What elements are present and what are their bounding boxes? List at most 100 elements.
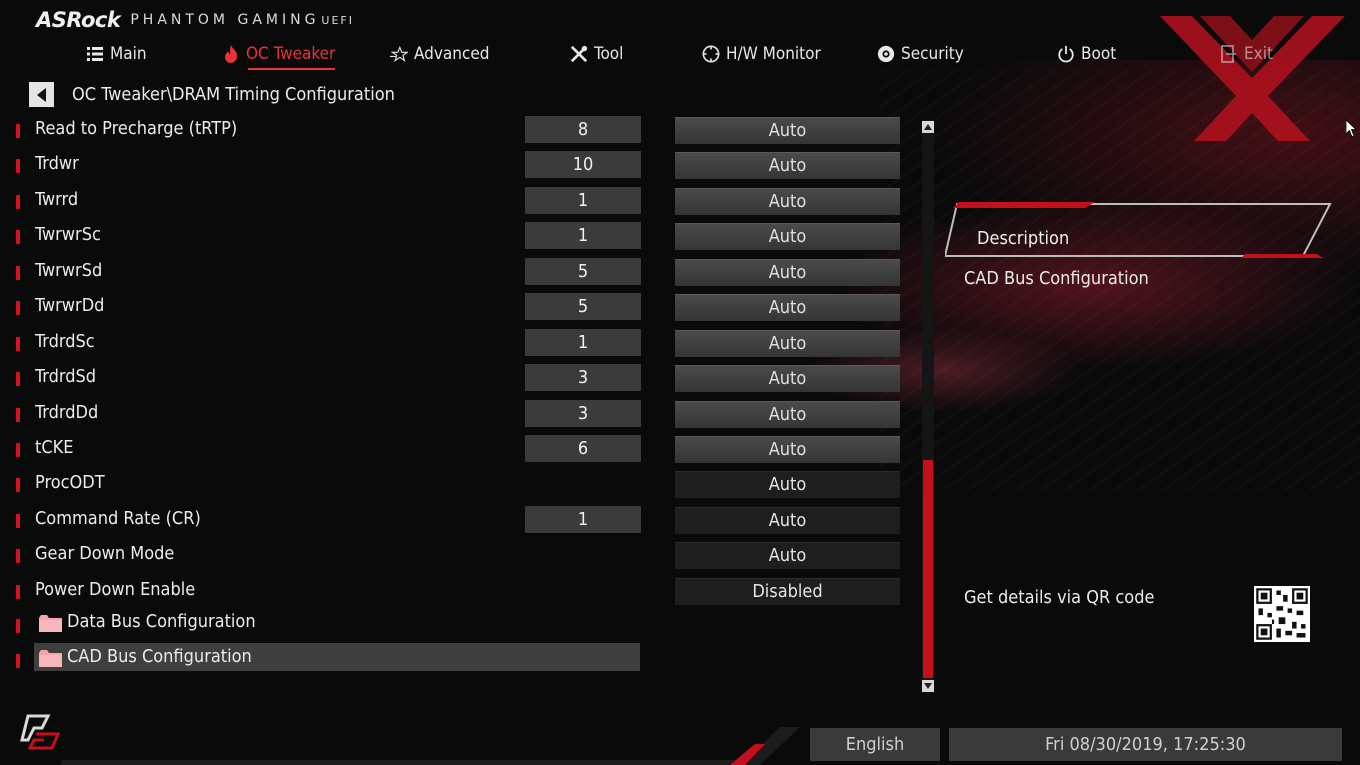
submenu-label: Data Bus Configuration xyxy=(67,611,256,632)
setting-label: TwrwrSc xyxy=(35,224,101,245)
row-marker xyxy=(16,372,20,386)
submenu-cad-bus[interactable]: CAD Bus Configuration xyxy=(0,643,920,675)
brand-name: ASRock xyxy=(36,8,121,32)
row-marker xyxy=(16,159,20,173)
current-value: 1 xyxy=(525,329,641,356)
breadcrumb: OC Tweaker\DRAM Timing Configuration xyxy=(72,84,395,105)
tab-main-label: Main xyxy=(110,44,147,64)
tab-hw-monitor-label: H/W Monitor xyxy=(726,44,821,64)
current-value: 8 xyxy=(525,116,641,143)
setting-row[interactable]: TrdrdSc 1 Auto xyxy=(0,328,920,360)
setting-option-button[interactable]: Auto xyxy=(675,471,900,498)
setting-row[interactable]: TwrwrDd 5 Auto xyxy=(0,292,920,324)
tab-boot-label: Boot xyxy=(1081,44,1117,64)
back-button[interactable] xyxy=(29,82,54,107)
setting-row[interactable]: TwrwrSd 5 Auto xyxy=(0,257,920,289)
scroll-down-button[interactable] xyxy=(922,680,934,692)
row-marker xyxy=(16,443,20,457)
scrollbar-thumb[interactable] xyxy=(923,460,933,678)
setting-row[interactable]: Twrrd 1 Auto xyxy=(0,186,920,218)
setting-row[interactable]: Read to Precharge (tRTP) 8 Auto xyxy=(0,115,920,147)
star-icon xyxy=(390,45,408,63)
phantom-gaming-pg-icon xyxy=(20,714,61,750)
setting-row[interactable]: TwrwrSc 1 Auto xyxy=(0,221,920,253)
setting-label: TrdrdDd xyxy=(35,402,99,423)
setting-option-button[interactable]: Auto xyxy=(675,401,900,428)
current-value: 1 xyxy=(525,187,641,214)
tab-advanced[interactable]: Advanced xyxy=(390,38,490,70)
setting-label: Trdwr xyxy=(35,153,79,174)
setting-label: ProcODT xyxy=(35,472,105,493)
current-value: 3 xyxy=(525,364,641,391)
setting-label: TrdrdSd xyxy=(35,366,97,387)
description-text: CAD Bus Configuration xyxy=(964,268,1149,289)
tab-advanced-label: Advanced xyxy=(414,44,490,64)
row-marker xyxy=(16,514,20,528)
list-icon xyxy=(86,45,104,63)
tab-tool-label: Tool xyxy=(594,44,624,64)
setting-row[interactable]: TrdrdDd 3 Auto xyxy=(0,399,920,431)
setting-option-button[interactable]: Auto xyxy=(675,365,900,392)
setting-label: Read to Precharge (tRTP) xyxy=(35,118,238,139)
tab-boot[interactable]: Boot xyxy=(1057,38,1116,70)
row-marker xyxy=(16,585,20,599)
qr-label: Get details via QR code xyxy=(964,587,1155,608)
row-marker xyxy=(16,619,20,633)
setting-option-button[interactable]: Auto xyxy=(675,259,900,286)
setting-row[interactable]: Trdwr 10 Auto xyxy=(0,150,920,182)
setting-label: tCKE xyxy=(35,437,74,458)
row-marker xyxy=(16,230,20,244)
tab-security[interactable]: Security xyxy=(877,38,964,70)
setting-label: Command Rate (CR) xyxy=(35,508,201,529)
arrow-left-icon xyxy=(36,87,46,102)
setting-option-button[interactable]: Auto xyxy=(675,330,900,357)
setting-option-button[interactable]: Auto xyxy=(675,188,900,215)
tab-oc-tweaker-label: OC Tweaker xyxy=(246,44,336,64)
setting-option-button[interactable]: Auto xyxy=(675,436,900,463)
row-marker xyxy=(16,408,20,422)
row-marker xyxy=(16,549,20,563)
setting-option-button[interactable]: Auto xyxy=(675,152,900,179)
scroll-up-button[interactable] xyxy=(922,121,934,133)
power-icon xyxy=(1057,45,1075,63)
setting-label: Twrrd xyxy=(35,189,79,210)
current-value: 5 xyxy=(525,258,641,285)
language-button[interactable]: English xyxy=(810,728,940,761)
setting-row[interactable]: Power Down Enable Disabled xyxy=(0,576,920,608)
setting-option-button[interactable]: Auto xyxy=(675,507,900,534)
arrow-up-icon xyxy=(924,124,932,130)
current-value: 1 xyxy=(525,506,641,533)
submenu-data-bus[interactable]: Data Bus Configuration xyxy=(0,608,920,640)
setting-option-button[interactable]: Auto xyxy=(675,294,900,321)
folder-icon xyxy=(39,650,62,667)
row-marker xyxy=(16,124,20,138)
tab-exit-label: Exit xyxy=(1244,44,1273,64)
setting-option-button[interactable]: Auto xyxy=(675,542,900,569)
setting-label: Gear Down Mode xyxy=(35,543,175,564)
product-name: PHANTOM GAMING xyxy=(130,12,320,28)
setting-row[interactable]: tCKE 6 Auto xyxy=(0,434,920,466)
setting-row[interactable]: TrdrdSd 3 Auto xyxy=(0,363,920,395)
row-marker xyxy=(16,266,20,280)
tab-tool[interactable]: Tool xyxy=(570,38,623,70)
row-marker xyxy=(16,195,20,209)
row-marker xyxy=(16,337,20,351)
tab-hw-monitor[interactable]: H/W Monitor xyxy=(702,38,821,70)
tab-main[interactable]: Main xyxy=(86,38,147,70)
setting-option-button[interactable]: Auto xyxy=(675,117,900,144)
setting-row[interactable]: ProcODT Auto xyxy=(0,469,920,501)
setting-option-button[interactable]: Disabled xyxy=(675,578,900,605)
setting-row[interactable]: Command Rate (CR) 1 Auto xyxy=(0,505,920,537)
monitor-icon xyxy=(702,45,720,63)
asrock-logo: ASRock PHANTOM GAMING UEFI xyxy=(36,8,354,32)
tab-exit[interactable]: Exit xyxy=(1220,38,1273,70)
setting-label: TwrwrDd xyxy=(35,295,105,316)
description-title: Description xyxy=(977,228,1070,249)
current-value: 6 xyxy=(525,435,641,462)
setting-row[interactable]: Gear Down Mode Auto xyxy=(0,540,920,572)
setting-option-button[interactable]: Auto xyxy=(675,223,900,250)
uefi-label: UEFI xyxy=(321,13,354,27)
tab-oc-tweaker[interactable]: OC Tweaker xyxy=(222,38,336,70)
setting-label: TwrwrSd xyxy=(35,260,103,281)
phantom-gaming-xx-icon xyxy=(1160,16,1345,141)
